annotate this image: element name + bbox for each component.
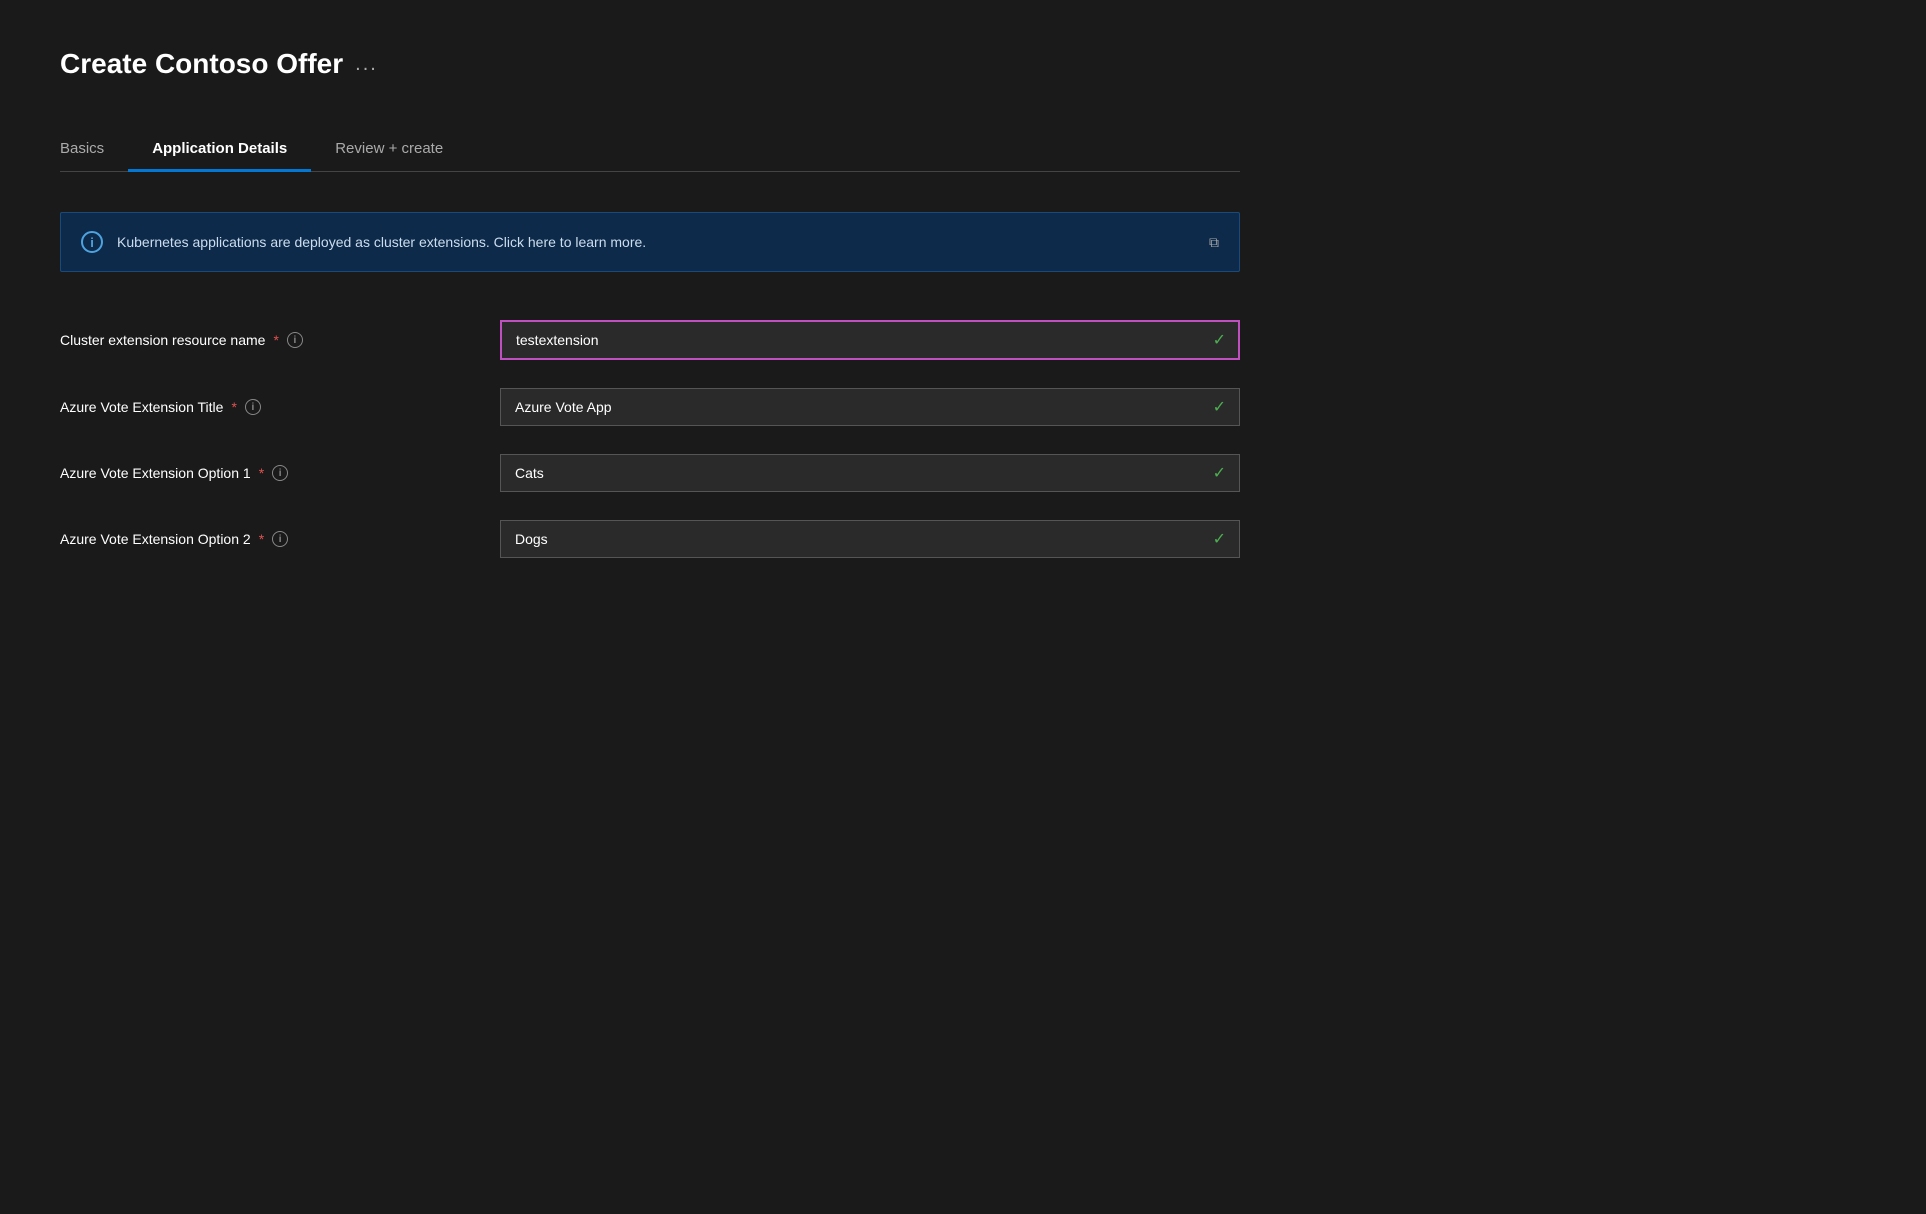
azure-vote-extension-option-1-input[interactable] xyxy=(500,454,1240,492)
label-text-title: Azure Vote Extension Title xyxy=(60,399,223,415)
input-container-option2: ✓ xyxy=(500,520,1240,558)
form-label-azure-vote-extension-option-2: Azure Vote Extension Option 2 * i xyxy=(60,531,480,547)
tab-basics[interactable]: Basics xyxy=(60,128,128,172)
label-text-option2: Azure Vote Extension Option 2 xyxy=(60,531,251,547)
form-row-azure-vote-extension-option-1: Azure Vote Extension Option 1 * i ✓ xyxy=(60,454,1240,492)
tabs-nav: Basics Application Details Review + crea… xyxy=(60,128,1240,172)
required-star-option1: * xyxy=(259,465,264,481)
cluster-extension-resource-name-input[interactable] xyxy=(500,320,1240,360)
form-label-azure-vote-extension-title: Azure Vote Extension Title * i xyxy=(60,399,480,415)
form-section: Cluster extension resource name * i ✓ Az… xyxy=(60,320,1240,558)
form-row-azure-vote-extension-option-2: Azure Vote Extension Option 2 * i ✓ xyxy=(60,520,1240,558)
info-banner-text[interactable]: Kubernetes applications are deployed as … xyxy=(117,234,646,250)
form-row-azure-vote-extension-title: Azure Vote Extension Title * i ✓ xyxy=(60,388,1240,426)
input-container-title: ✓ xyxy=(500,388,1240,426)
azure-vote-extension-title-input[interactable] xyxy=(500,388,1240,426)
info-tooltip-option2[interactable]: i xyxy=(272,531,288,547)
info-tooltip-title[interactable]: i xyxy=(245,399,261,415)
expand-icon[interactable]: ⧉ xyxy=(1209,234,1219,251)
info-tooltip-cluster[interactable]: i xyxy=(287,332,303,348)
info-banner: i Kubernetes applications are deployed a… xyxy=(60,212,1240,272)
required-star-title: * xyxy=(231,399,236,415)
required-star-cluster: * xyxy=(273,332,278,348)
input-container-cluster: ✓ xyxy=(500,320,1240,360)
azure-vote-extension-option-2-input[interactable] xyxy=(500,520,1240,558)
label-text-option1: Azure Vote Extension Option 1 xyxy=(60,465,251,481)
input-container-option1: ✓ xyxy=(500,454,1240,492)
info-tooltip-option1[interactable]: i xyxy=(272,465,288,481)
form-label-cluster-extension-resource-name: Cluster extension resource name * i xyxy=(60,332,480,348)
form-label-azure-vote-extension-option-1: Azure Vote Extension Option 1 * i xyxy=(60,465,480,481)
label-text-cluster: Cluster extension resource name xyxy=(60,332,265,348)
tab-review-create[interactable]: Review + create xyxy=(311,128,467,172)
required-star-option2: * xyxy=(259,531,264,547)
page-title: Create Contoso Offer xyxy=(60,48,343,80)
form-row-cluster-extension-resource-name: Cluster extension resource name * i ✓ xyxy=(60,320,1240,360)
page-title-ellipsis: ... xyxy=(355,53,378,76)
info-banner-icon: i xyxy=(81,231,103,253)
tab-application-details[interactable]: Application Details xyxy=(128,128,311,172)
